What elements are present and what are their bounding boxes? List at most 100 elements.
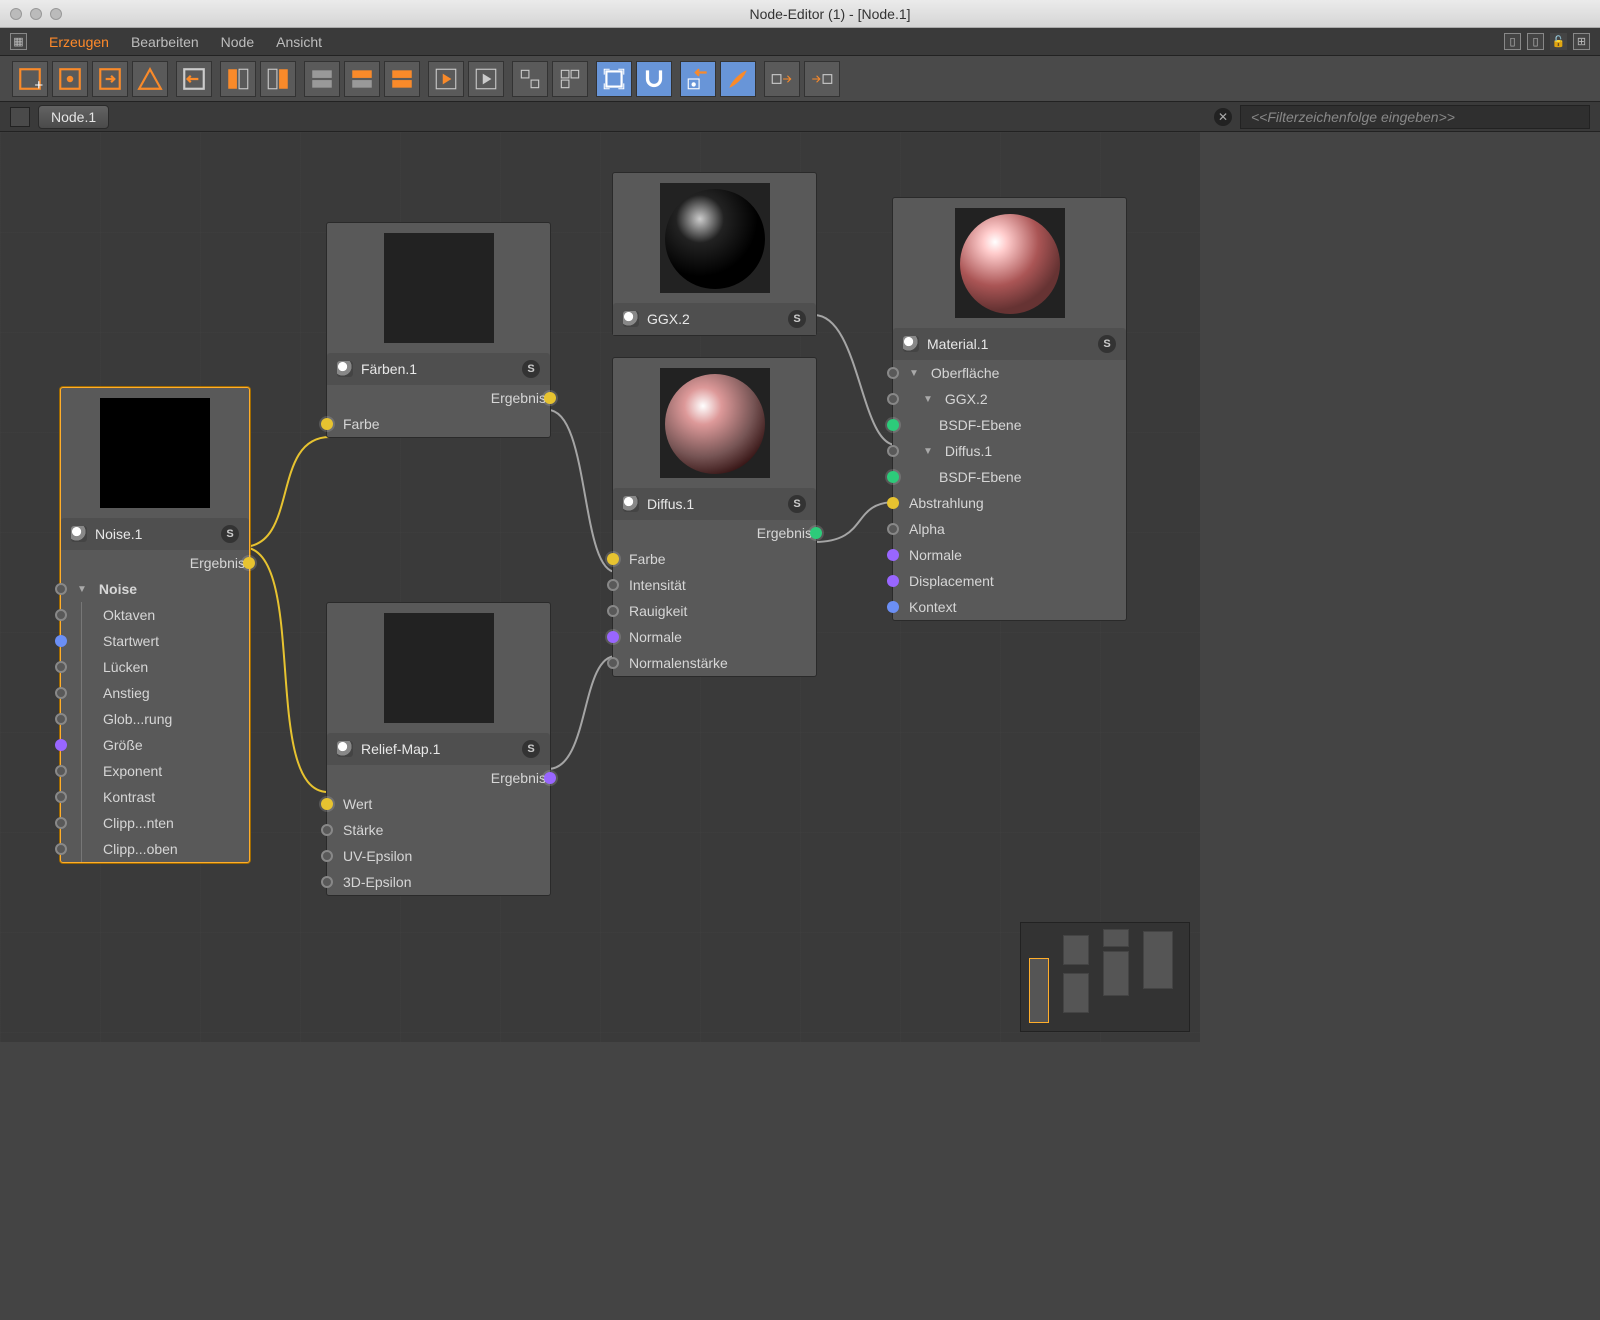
breadcrumb-item[interactable]: Node.1 — [38, 105, 109, 129]
input-farbe[interactable]: Farbe — [327, 411, 550, 437]
tool-snap[interactable] — [636, 61, 672, 97]
input-normale[interactable]: Normale — [613, 624, 816, 650]
tool-node-arrow[interactable] — [92, 61, 128, 97]
menu-erzeugen[interactable]: Erzeugen — [49, 34, 109, 50]
minimize-window-icon[interactable] — [30, 8, 42, 20]
tool-play-2[interactable] — [468, 61, 504, 97]
chevron-down-icon[interactable]: ▼ — [77, 584, 87, 595]
input-port[interactable] — [887, 601, 899, 613]
input-kontext[interactable]: Kontext — [893, 594, 1126, 620]
node-farben[interactable]: Färben.1 S Ergebnis Farbe — [326, 222, 551, 438]
tool-node-dot[interactable] — [52, 61, 88, 97]
input-port[interactable] — [55, 739, 67, 751]
input-port[interactable] — [55, 713, 67, 725]
tool-frame[interactable] — [596, 61, 632, 97]
tool-rows-2[interactable] — [344, 61, 380, 97]
solo-badge[interactable]: S — [788, 310, 806, 328]
input-startwert[interactable]: Startwert — [61, 628, 249, 654]
tool-import[interactable] — [176, 61, 212, 97]
tool-rows-3[interactable] — [384, 61, 420, 97]
input-port[interactable] — [321, 824, 333, 836]
input-port[interactable] — [887, 575, 899, 587]
input-port[interactable] — [607, 553, 619, 565]
node-ggx[interactable]: GGX.2 S — [612, 172, 817, 336]
node-header[interactable]: GGX.2 S — [613, 303, 816, 335]
input-port[interactable] — [55, 687, 67, 699]
tool-warning[interactable] — [132, 61, 168, 97]
menu-bearbeiten[interactable]: Bearbeiten — [131, 34, 199, 50]
tool-brush[interactable] — [720, 61, 756, 97]
chevron-down-icon[interactable]: ▼ — [909, 368, 919, 379]
new-panel-icon[interactable]: ⊞ — [1573, 33, 1590, 50]
tree-oberflaeche[interactable]: ▼Oberfläche — [893, 360, 1126, 386]
tool-io-2[interactable] — [804, 61, 840, 97]
node-canvas[interactable]: Noise.1 S Ergebnis ▼ Noise OktavenStartw… — [0, 132, 1200, 1042]
node-header[interactable]: Noise.1 S — [61, 518, 249, 550]
node-header[interactable]: Diffus.1 S — [613, 488, 816, 520]
input-port[interactable] — [55, 765, 67, 777]
tool-add-node[interactable]: + — [12, 61, 48, 97]
input-staerke[interactable]: Stärke — [327, 817, 550, 843]
input-glob...rung[interactable]: Glob...rung — [61, 706, 249, 732]
input-port[interactable] — [887, 419, 899, 431]
input-anstieg[interactable]: Anstieg — [61, 680, 249, 706]
output-port[interactable] — [544, 392, 556, 404]
tool-io-1[interactable] — [764, 61, 800, 97]
input-port[interactable] — [55, 791, 67, 803]
input-port[interactable] — [607, 605, 619, 617]
input-port[interactable] — [887, 393, 899, 405]
tool-rows-1[interactable] — [304, 61, 340, 97]
input-wert[interactable]: Wert — [327, 791, 550, 817]
zoom-window-icon[interactable] — [50, 8, 62, 20]
output-port-row[interactable]: Ergebnis — [613, 520, 816, 546]
input-port[interactable] — [607, 579, 619, 591]
lock-icon[interactable]: 🔓 — [1550, 33, 1567, 50]
input-lücken[interactable]: Lücken — [61, 654, 249, 680]
solo-badge[interactable]: S — [522, 360, 540, 378]
input-port[interactable] — [321, 850, 333, 862]
input-clipp...nten[interactable]: Clipp...nten — [61, 810, 249, 836]
input-port[interactable] — [887, 549, 899, 561]
input-port[interactable] — [887, 523, 899, 535]
output-port-row[interactable]: Ergebnis — [61, 550, 249, 576]
input-port[interactable] — [607, 657, 619, 669]
clear-filter-icon[interactable]: ✕ — [1214, 108, 1232, 126]
input-port[interactable] — [321, 876, 333, 888]
input-port[interactable] — [887, 471, 899, 483]
chevron-down-icon[interactable]: ▼ — [923, 446, 933, 457]
output-port-row[interactable]: Ergebnis — [327, 385, 550, 411]
input-intensitaet[interactable]: Intensität — [613, 572, 816, 598]
minimap[interactable] — [1020, 922, 1190, 1032]
solo-badge[interactable]: S — [788, 495, 806, 513]
input-kontrast[interactable]: Kontrast — [61, 784, 249, 810]
tool-play-1[interactable] — [428, 61, 464, 97]
input-größe[interactable]: Größe — [61, 732, 249, 758]
input-alpha[interactable]: Alpha — [893, 516, 1126, 542]
menu-ansicht[interactable]: Ansicht — [276, 34, 322, 50]
tool-group-right[interactable] — [260, 61, 296, 97]
input-port[interactable] — [887, 497, 899, 509]
input-port[interactable] — [55, 817, 67, 829]
solo-badge[interactable]: S — [522, 740, 540, 758]
tree-diffus[interactable]: ▼Diffus.1 — [893, 438, 1126, 464]
tool-preview-import[interactable] — [680, 61, 716, 97]
input-uv-epsilon[interactable]: UV-Epsilon — [327, 843, 550, 869]
menu-node[interactable]: Node — [221, 34, 254, 50]
node-material[interactable]: Material.1 S ▼Oberfläche ▼GGX.2 BSDF-Ebe… — [892, 197, 1127, 621]
tree-ggx[interactable]: ▼GGX.2 — [893, 386, 1126, 412]
input-farbe[interactable]: Farbe — [613, 546, 816, 572]
output-port[interactable] — [243, 557, 255, 569]
group-row[interactable]: ▼ Noise — [61, 576, 249, 602]
input-port[interactable] — [607, 631, 619, 643]
input-normale[interactable]: Normale — [893, 542, 1126, 568]
layout-2-icon[interactable]: ▯ — [1527, 33, 1544, 50]
chevron-down-icon[interactable]: ▼ — [923, 394, 933, 405]
layout-1-icon[interactable]: ▯ — [1504, 33, 1521, 50]
tool-align-1[interactable] — [512, 61, 548, 97]
input-3d-epsilon[interactable]: 3D-Epsilon — [327, 869, 550, 895]
input-port[interactable] — [55, 609, 67, 621]
close-window-icon[interactable] — [10, 8, 22, 20]
tree-bsdf-2[interactable]: BSDF-Ebene — [893, 464, 1126, 490]
node-header[interactable]: Material.1 S — [893, 328, 1126, 360]
node-noise[interactable]: Noise.1 S Ergebnis ▼ Noise OktavenStartw… — [60, 387, 250, 863]
